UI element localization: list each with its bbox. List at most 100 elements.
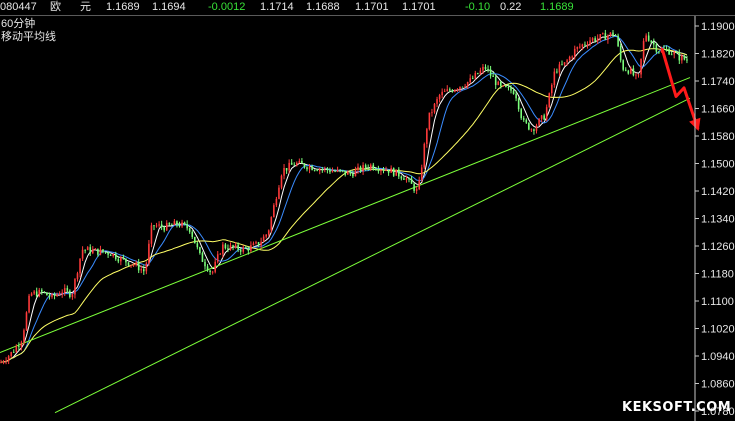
candle-body	[316, 170, 318, 171]
watermark: KEKSOFT.COM	[622, 400, 732, 415]
candle-body	[61, 292, 63, 295]
candle-body	[104, 252, 107, 253]
candle-body	[426, 129, 428, 144]
candle-body	[86, 247, 89, 251]
symbol-name-2: 元	[80, 1, 91, 13]
candle-body	[469, 78, 471, 82]
candle-body	[420, 167, 423, 181]
candle-body	[369, 164, 372, 169]
candle-body	[38, 289, 41, 297]
candle-body	[632, 68, 635, 76]
candle-body	[596, 38, 599, 42]
candle-body	[525, 119, 528, 123]
candle-body	[507, 86, 510, 88]
candle-body	[191, 231, 194, 237]
candle-body	[33, 291, 35, 294]
candle-body	[296, 162, 298, 166]
candle-body	[382, 169, 385, 171]
candle-body	[602, 33, 604, 35]
candle-body	[392, 168, 395, 176]
candle-body	[301, 160, 303, 164]
candle-body	[311, 166, 313, 171]
candle-body	[451, 90, 454, 92]
candle-body	[591, 38, 594, 41]
candle-body	[510, 87, 512, 91]
candle-body	[173, 221, 176, 226]
candle-body	[640, 58, 642, 75]
candle-body	[344, 170, 347, 175]
candle-body	[267, 230, 270, 235]
candle-body	[321, 169, 324, 170]
candle-body	[540, 115, 543, 119]
candle-body	[624, 69, 627, 71]
candle-body	[130, 264, 132, 266]
candle-body	[148, 243, 150, 264]
candle-body	[607, 35, 609, 40]
candle-body	[306, 167, 308, 170]
symbol-code: 080447	[0, 1, 37, 13]
candle-body	[571, 56, 573, 58]
candle-body	[561, 64, 563, 66]
candle-body	[242, 247, 245, 252]
candle-body	[487, 69, 489, 70]
candle-body	[69, 290, 71, 297]
price-tick-label: 1.1340	[701, 214, 735, 226]
candle-body	[168, 222, 171, 225]
candle-body	[102, 249, 104, 253]
candle-body	[678, 53, 681, 61]
quote-field-9: 0.22	[500, 1, 522, 13]
candle-body	[257, 242, 260, 246]
candle-body	[645, 35, 647, 42]
candle-body	[153, 225, 155, 227]
candle-body	[145, 263, 148, 272]
candle-body	[359, 166, 362, 172]
candle-body	[479, 70, 482, 74]
candle-body	[107, 252, 109, 255]
candle-body	[63, 288, 66, 293]
candle-body	[533, 129, 535, 131]
candle-body	[466, 81, 469, 87]
candle-body	[642, 41, 645, 59]
candle-body	[553, 71, 556, 85]
candle-body	[265, 234, 267, 237]
candle-body	[273, 205, 275, 218]
candle-body	[461, 86, 464, 88]
candle-body	[283, 168, 285, 176]
candle-body	[494, 76, 497, 86]
candle-body	[614, 35, 617, 36]
candle-body	[76, 273, 79, 280]
candle-body	[441, 91, 443, 96]
candle-body	[418, 180, 420, 190]
candle-body	[23, 330, 25, 343]
candle-body	[288, 162, 290, 171]
candle-body	[556, 71, 558, 73]
candle-body	[250, 245, 252, 251]
candle-body	[681, 55, 683, 61]
candle-body	[25, 312, 28, 331]
candle-body	[158, 224, 160, 226]
candle-body	[400, 176, 403, 179]
candle-body	[563, 62, 566, 65]
candle-body	[12, 352, 15, 353]
candle-body	[403, 178, 405, 180]
candle-body	[449, 89, 451, 91]
candle-body	[262, 236, 265, 242]
candle-body	[97, 248, 99, 255]
candle-body	[380, 169, 382, 172]
quote-field-7: 1.1701	[402, 1, 436, 13]
candle-body	[132, 264, 135, 266]
candle-body	[594, 38, 596, 42]
candle-body	[665, 48, 668, 50]
candle-body	[512, 90, 515, 95]
candle-body	[443, 91, 446, 92]
candle-body	[209, 270, 211, 272]
candle-body	[237, 244, 239, 250]
candle-body	[433, 103, 436, 113]
candle-body	[329, 170, 331, 173]
candle-body	[270, 217, 273, 231]
candle-body	[670, 54, 673, 56]
candle-body	[339, 169, 341, 171]
candle-body	[188, 228, 191, 232]
candle-body	[35, 291, 38, 297]
candle-body	[341, 170, 344, 172]
